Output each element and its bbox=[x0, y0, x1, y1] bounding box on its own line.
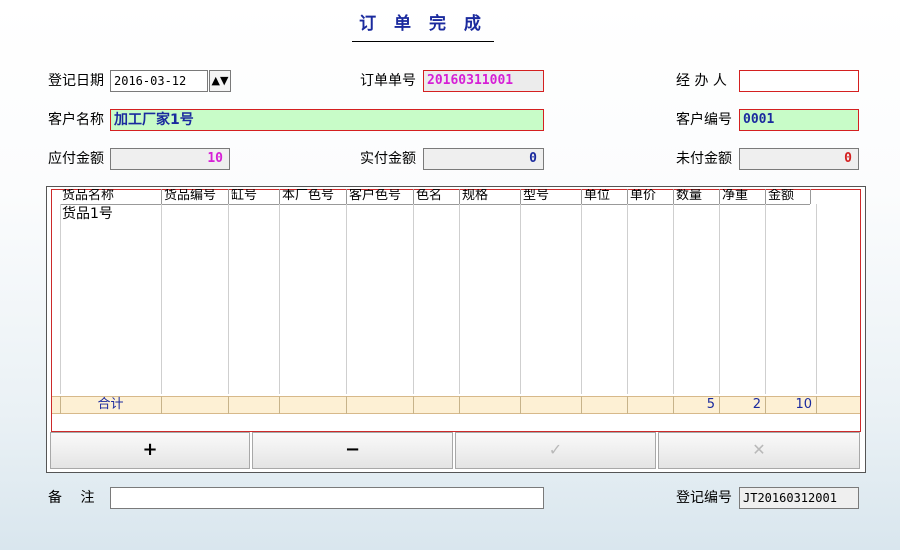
customer-name-field[interactable]: 加工厂家1号 bbox=[110, 109, 544, 131]
grid-line bbox=[520, 204, 521, 394]
header-separator bbox=[765, 189, 766, 204]
remark-field[interactable] bbox=[110, 487, 544, 509]
grid-line bbox=[627, 396, 628, 414]
table-row-cell-name[interactable]: 货品1号 bbox=[62, 206, 113, 222]
col-header-code[interactable]: 货品编号 bbox=[162, 189, 228, 204]
grid-line bbox=[228, 204, 229, 394]
payable-label: 应付金额 bbox=[48, 151, 104, 167]
payable-field[interactable]: 10 bbox=[110, 148, 230, 170]
customer-name-label: 客户名称 bbox=[48, 112, 104, 128]
col-header-price[interactable]: 单价 bbox=[628, 189, 673, 204]
grid-line bbox=[161, 396, 162, 414]
order-no-field[interactable]: 20160311001 bbox=[423, 70, 544, 92]
paid-field[interactable]: 0 bbox=[423, 148, 544, 170]
grid-line bbox=[346, 396, 347, 414]
total-weight: 2 bbox=[752, 397, 761, 412]
header-separator bbox=[279, 189, 280, 204]
header-separator bbox=[719, 189, 720, 204]
reg-date-label: 登记日期 bbox=[48, 73, 104, 89]
grid-line bbox=[816, 204, 817, 394]
confirm-button[interactable]: ✓ bbox=[455, 432, 656, 469]
remark-label: 备 注 bbox=[48, 490, 95, 506]
header-separator bbox=[228, 189, 229, 204]
reg-no-field[interactable]: JT20160312001 bbox=[739, 487, 859, 509]
header-separator bbox=[810, 189, 811, 204]
grid-line bbox=[459, 396, 460, 414]
header-divider bbox=[60, 204, 810, 205]
unpaid-label: 未付金额 bbox=[676, 151, 732, 167]
total-label: 合计 bbox=[97, 397, 124, 412]
col-header-model[interactable]: 型号 bbox=[521, 189, 581, 204]
col-header-name[interactable]: 货品名称 bbox=[60, 189, 161, 204]
page-title: 订 单 完 成 bbox=[352, 12, 494, 42]
col-header-spec[interactable]: 规格 bbox=[460, 189, 520, 204]
total-amount: 10 bbox=[795, 397, 812, 412]
header-separator bbox=[581, 189, 582, 204]
grid-line bbox=[161, 204, 162, 394]
col-header-amount[interactable]: 金额 bbox=[766, 189, 810, 204]
grid-line bbox=[228, 396, 229, 414]
remove-row-button[interactable]: − bbox=[252, 432, 453, 469]
header-separator bbox=[459, 189, 460, 204]
total-qty: 5 bbox=[706, 397, 715, 412]
reg-no-label: 登记编号 bbox=[676, 490, 732, 506]
grid-line bbox=[60, 204, 61, 394]
col-header-weight[interactable]: 净重 bbox=[720, 189, 765, 204]
grid-line bbox=[765, 204, 766, 394]
header-separator bbox=[346, 189, 347, 204]
col-header-qty[interactable]: 数量 bbox=[674, 189, 719, 204]
customer-no-label: 客户编号 bbox=[676, 112, 732, 128]
header-separator bbox=[627, 189, 628, 204]
grid-line bbox=[413, 204, 414, 394]
grid-line bbox=[279, 204, 280, 394]
header-separator bbox=[413, 189, 414, 204]
reg-date-field[interactable]: 2016-03-12 bbox=[110, 70, 208, 92]
col-header-customer-color[interactable]: 客户色号 bbox=[347, 189, 413, 204]
grid-line bbox=[279, 396, 280, 414]
grid-line bbox=[673, 204, 674, 394]
paid-label: 实付金额 bbox=[360, 151, 416, 167]
grid-line bbox=[581, 204, 582, 394]
grid-line bbox=[413, 396, 414, 414]
order-no-label: 订单单号 bbox=[360, 73, 416, 89]
header-separator bbox=[520, 189, 521, 204]
col-header-unit[interactable]: 单位 bbox=[582, 189, 627, 204]
header-separator bbox=[161, 189, 162, 204]
spinner-arrows-icon[interactable]: ▲▼ bbox=[209, 70, 231, 92]
grid-line bbox=[719, 204, 720, 394]
grid-line bbox=[581, 396, 582, 414]
grid-line bbox=[627, 204, 628, 394]
grid-line bbox=[520, 396, 521, 414]
header-separator bbox=[673, 189, 674, 204]
grid-line bbox=[459, 204, 460, 394]
handler-label: 经 办 人 bbox=[676, 73, 727, 89]
col-header-vat[interactable]: 缸号 bbox=[229, 189, 279, 204]
grid-line bbox=[60, 396, 61, 414]
col-header-factory-color[interactable]: 本厂色号 bbox=[280, 189, 346, 204]
cancel-button[interactable]: ✕ bbox=[658, 432, 860, 469]
grid-line bbox=[346, 204, 347, 394]
unpaid-field[interactable]: 0 bbox=[739, 148, 859, 170]
customer-no-field[interactable]: 0001 bbox=[739, 109, 859, 131]
add-row-button[interactable]: + bbox=[50, 432, 250, 469]
handler-field[interactable] bbox=[739, 70, 859, 92]
grid-line bbox=[816, 396, 817, 414]
col-header-color-name[interactable]: 色名 bbox=[414, 189, 459, 204]
